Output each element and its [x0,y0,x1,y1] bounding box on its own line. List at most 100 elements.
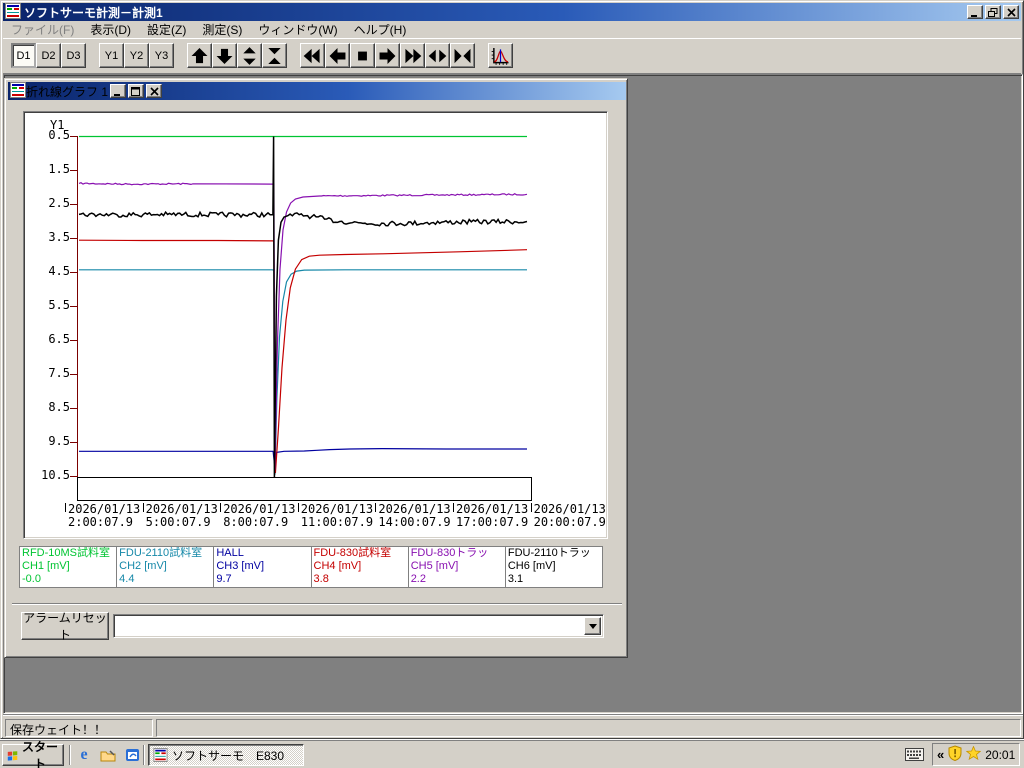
y-tick-mark [70,340,78,341]
legend-cell-ch1[interactable]: RFD-10MS試料室 CH1 [mV] -0.0 [20,547,118,587]
y-tick-label: 9.5 [48,434,70,448]
start-button[interactable]: スタート [2,740,64,768]
graph-window: 折れ線グラフ 1 Y1 0.5 1.5 2.5 3.5 4.5 5.5 6.5 7.5 8.5 9… [4,78,628,658]
x-tick-time: 2:00:07.9 [68,515,134,529]
expand-vertical-icon [243,46,256,65]
scroll-down-icon [216,48,233,64]
close-button[interactable] [1003,5,1019,19]
keyboard-ime-icon[interactable] [905,748,924,764]
menu-item-1[interactable]: 表示(D) [82,20,139,39]
status-secondary-panel [156,719,1021,737]
graph-setup-button[interactable] [488,43,513,68]
start-button-label: スタート [22,740,59,768]
y-tick-label: 2.5 [48,196,70,210]
legend-channel-name: FDU-830試料室 [313,547,392,559]
restore-button[interactable] [985,5,1001,19]
graph-minimize-button[interactable] [110,84,127,98]
stop-button[interactable] [350,43,375,68]
taskbar-separator [69,745,71,765]
legend-channel-unit: CH2 [mV] [119,560,167,572]
compress-horizontal-button[interactable] [450,43,475,68]
x-tick-label: 2026/01/13 14:00:07.9 [375,503,461,529]
scroll-down-button[interactable] [212,43,237,68]
legend-channel-value: -0.0 [22,573,41,585]
window-quicklaunch-icon[interactable] [122,746,142,764]
toolbar: D1 D2 D3 Y1 Y2 Y3 [3,38,1021,74]
menu-item-3[interactable]: 測定(S) [194,20,250,39]
x-tick-mark [297,503,299,512]
ie-quicklaunch-icon[interactable]: e [74,746,94,764]
y-tick-label: 4.5 [48,264,70,278]
alarm-reset-button[interactable]: アラームリセット [21,611,109,642]
security-shield-icon[interactable] [948,745,962,764]
status-message-panel: 保存ウェイト！！ [5,719,153,737]
alarm-combobox[interactable] [113,614,604,638]
legend-cell-ch6[interactable]: FDU-2110トラッ CH6 [mV] 3.1 [505,547,603,587]
taskbar-separator [143,745,145,765]
graph-window-title-bar[interactable]: 折れ線グラフ 1 [8,81,626,100]
range-indicator-box[interactable] [77,477,532,501]
series-ch2 [79,269,527,475]
x-tick-label: 2026/01/13 11:00:07.9 [297,503,384,529]
scroll-up-icon [191,47,208,63]
step-back-icon [329,47,346,64]
legend-channel-name: RFD-10MS試料室 [22,547,111,559]
legend-channel-value: 3.1 [507,573,524,585]
x-tick-mark [220,503,222,512]
task-button-label: ソフトサーモ E830 [172,748,285,763]
graph-window-title: 折れ線グラフ 1 [26,84,109,99]
separator [12,603,622,605]
minimize-button[interactable] [967,5,983,19]
legend-cell-ch3[interactable]: HALL CH3 [mV] 9.7 [214,547,312,587]
rewind-button[interactable] [300,43,325,68]
compress-vertical-button[interactable] [262,43,287,68]
menu-item-0: ファイル(F) [11,23,75,37]
legend-channel-value: 2.2 [410,573,426,585]
legend-cell-ch5[interactable]: FDU-830トラッ CH5 [mV] 2.2 [408,547,506,587]
fast-forward-button[interactable] [400,43,425,68]
clock[interactable]: 20:01 [985,748,1015,762]
graph-close-button[interactable] [146,84,163,98]
legend-channel-value: 3.8 [313,573,329,585]
task-button-icon [153,748,168,762]
graph-maximize-button[interactable] [128,84,145,98]
graph-setup-icon [491,47,509,65]
legend-cell-ch4[interactable]: FDU-830試料室 CH4 [mV] 3.8 [311,547,409,587]
axis-y1-button[interactable]: Y1 [99,43,124,68]
menu-item-2[interactable]: 設定(Z) [139,20,194,39]
x-tick-time: 17:00:07.9 [456,515,529,529]
step-back-button[interactable] [325,43,350,68]
expand-horizontal-button[interactable] [425,43,450,68]
display-d3-button[interactable]: D3 [61,43,86,68]
combobox-dropdown-icon[interactable] [584,617,601,635]
stop-icon [358,51,367,60]
menu-item-4[interactable]: ウィンドウ(W) [250,20,345,39]
axis-y3-button[interactable]: Y3 [149,43,174,68]
expand-vertical-button[interactable] [237,43,262,68]
y-tick-mark [70,272,78,273]
graph-window-content: Y1 0.5 1.5 2.5 3.5 4.5 5.5 6.5 7.5 8.5 9.5 10.5 20… [8,100,626,656]
menu-item-5[interactable]: ヘルプ(H) [346,20,415,39]
menu-bar: ファイル(F) 表示(D) 設定(Z) 測定(S) ウィンドウ(W) ヘルプ(H) [3,21,1021,38]
display-d2-button[interactable]: D2 [36,43,61,68]
folder-quicklaunch-icon[interactable] [98,746,118,764]
legend-cell-ch2[interactable]: FDU-2110試料室 CH2 [mV] 4.4 [117,547,215,587]
y-tick-mark [70,306,78,307]
series-ch3 [79,447,527,464]
x-tick-time: 14:00:07.9 [378,515,451,529]
star-icon[interactable] [965,745,982,763]
tray-expand-icon[interactable]: « [937,747,944,762]
scroll-up-button[interactable] [187,43,212,68]
display-d1-button[interactable]: D1 [11,43,36,68]
x-tick-time: 11:00:07.9 [300,515,374,529]
legend-channel-name: HALL [216,547,244,559]
task-button-softthermo[interactable]: ソフトサーモ E830 [148,744,304,766]
legend-channel-unit: CH1 [mV] [22,560,70,572]
main-title-bar[interactable]: ソフトサーモ計測－計測1 [3,2,1021,21]
axis-y2-button[interactable]: Y2 [124,43,149,68]
x-tick-mark [375,503,377,512]
x-tick-label: 2026/01/13 17:00:07.9 [453,503,539,529]
status-bar: 保存ウェイト！！ [3,714,1023,738]
windows-logo-icon [7,750,18,761]
step-forward-button[interactable] [375,43,400,68]
